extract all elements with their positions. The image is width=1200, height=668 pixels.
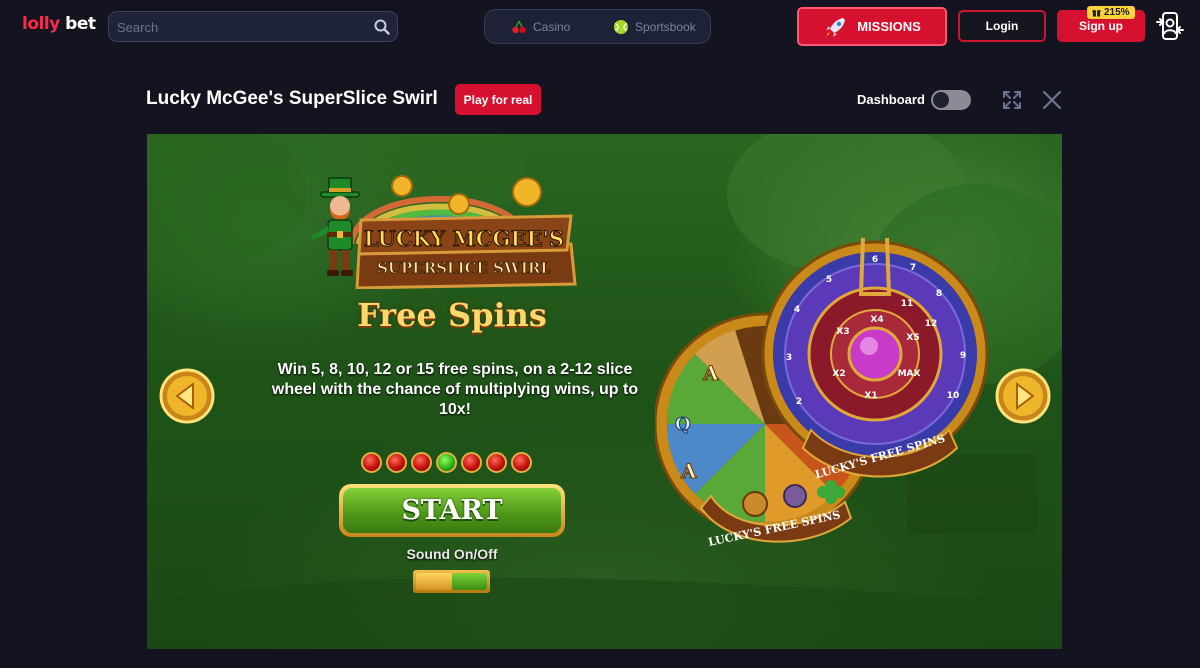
page-dot-6[interactable]	[486, 452, 507, 473]
search-box	[108, 11, 398, 42]
sound-toggle-off-half	[416, 573, 452, 590]
logo-text-line1: LUCKY MCGEE'S	[364, 226, 564, 251]
page-dot-1[interactable]	[361, 452, 382, 473]
login-button[interactable]: Login	[958, 10, 1046, 42]
tennis-ball-icon	[614, 19, 628, 34]
wheel-number-12: 12	[925, 319, 938, 329]
wheel-number-2: 2	[796, 397, 802, 407]
search-icon[interactable]	[374, 19, 390, 35]
tab-sportsbook[interactable]: Sportsbook	[613, 10, 696, 43]
wheel-symbol-2: Q	[675, 414, 691, 435]
game-title: Lucky McGee's SuperSlice Swirl	[146, 88, 438, 109]
close-icon[interactable]	[1042, 90, 1062, 110]
wheel-multiplier-x4: X4	[870, 315, 883, 325]
wheel-number-5: 5	[826, 275, 832, 285]
sound-toggle[interactable]	[413, 570, 490, 593]
dashboard-label: Dashboard	[857, 92, 925, 107]
free-spins-wheels: A Q A LUCKY'S FREE SPINS 6 7 8 9 10 11 1…	[655, 237, 989, 549]
wheel-multiplier-max: MAX	[898, 369, 921, 379]
wheel-number-7: 7	[910, 263, 916, 273]
signup-bonus-text: 215%	[1104, 7, 1130, 18]
wheel-number-6: 6	[872, 255, 878, 265]
free-spins-heading: Free Spins	[357, 296, 547, 334]
leprechaun-character	[311, 177, 360, 276]
previous-arrow-button[interactable]	[159, 368, 215, 424]
brand-logo-part2: bet	[65, 14, 96, 34]
user-account-icon[interactable]	[1154, 10, 1186, 42]
brand-logo-part1: lolly	[22, 14, 60, 34]
wheel-multiplier-x5: X5	[906, 333, 919, 343]
missions-label: MISSIONS	[857, 19, 921, 34]
start-label: START	[343, 488, 561, 533]
page-dot-7[interactable]	[511, 452, 532, 473]
signup-bonus-badge: 215%	[1087, 6, 1135, 19]
dashboard-toggle[interactable]	[931, 90, 971, 110]
sound-toggle-on-half	[452, 573, 487, 590]
cherry-icon	[512, 20, 526, 33]
brand-logo[interactable]: lolly bet	[22, 14, 96, 34]
tab-casino[interactable]: Casino	[511, 10, 570, 43]
fullscreen-icon[interactable]	[1002, 90, 1022, 110]
game-logo-art: LUCKY MCGEE'S SUPERSLICE SWIRL	[311, 175, 577, 289]
tab-sportsbook-label: Sportsbook	[635, 19, 696, 34]
rocket-icon	[826, 17, 846, 37]
wheel-symbol-1: A	[702, 361, 719, 385]
wheel-number-11: 11	[901, 299, 914, 309]
casino-sportsbook-switch: Casino Sportsbook	[484, 9, 711, 44]
signup-label: Sign up	[1079, 19, 1123, 33]
wheel-number-4: 4	[794, 305, 800, 315]
wheel-multiplier-x3: X3	[836, 327, 849, 337]
login-label: Login	[985, 19, 1019, 33]
logo-text-line2: SUPERSLICE SWIRL	[377, 259, 551, 277]
cauldron-icon	[783, 484, 807, 508]
free-spins-description: Win 5, 8, 10, 12 or 15 free spins, on a …	[271, 361, 639, 418]
page-dot-2[interactable]	[386, 452, 407, 473]
wheel-number-10: 10	[947, 391, 960, 401]
page-indicator	[361, 452, 532, 473]
wheel-number-8: 8	[936, 289, 942, 299]
page-dot-4[interactable]	[436, 452, 457, 473]
wheel-number-3: 3	[786, 353, 792, 363]
page-dot-3[interactable]	[411, 452, 432, 473]
wheel-symbol-3: A	[680, 459, 697, 483]
pot-of-gold-icon	[742, 491, 768, 517]
dashboard-toggle-knob	[933, 92, 949, 108]
wheel-number-9: 9	[960, 351, 966, 361]
gift-icon	[1092, 10, 1101, 17]
sound-label: Sound On/Off	[406, 546, 498, 562]
missions-button[interactable]: MISSIONS	[797, 7, 947, 46]
wheel-multiplier-x2: X2	[832, 369, 845, 379]
game-frame[interactable]: LUCKY MCGEE'S SUPERSLICE SWIRL Free Spin…	[147, 134, 1062, 649]
tab-casino-label: Casino	[533, 19, 571, 34]
search-input[interactable]	[117, 18, 367, 36]
top-navigation-bar: lolly bet Casino Sportsbook	[0, 0, 1200, 52]
play-for-real-button[interactable]: Play for real	[455, 84, 541, 115]
start-button[interactable]: START	[339, 484, 565, 537]
page-dot-5[interactable]	[461, 452, 482, 473]
wheel-multiplier-x1: X1	[864, 391, 877, 401]
play-for-real-label: Play for real	[463, 92, 533, 107]
next-arrow-button[interactable]	[995, 368, 1051, 424]
